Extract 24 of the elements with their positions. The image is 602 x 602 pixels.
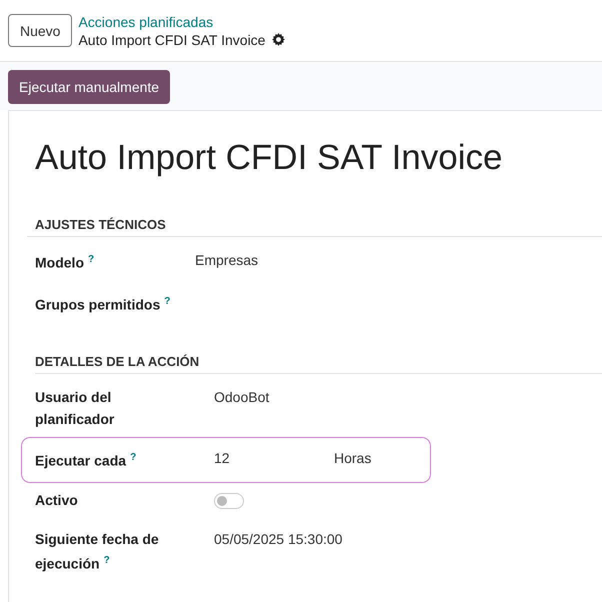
field-label: Grupos permitidos $^{?}$ xyxy=(35,294,170,314)
breadcrumb-link[interactable]: Acciones planificadas xyxy=(78,12,286,30)
field-value: 05/05/2025 15:30:00 xyxy=(214,530,342,549)
help-icon[interactable]: ? xyxy=(88,254,94,265)
field-label: Siguiente fecha de ejecución $^{?}$ xyxy=(35,530,160,574)
record-title: Auto Import CFDI SAT Invoice xyxy=(35,137,504,179)
field-label: Activo xyxy=(35,490,78,510)
section-heading: DETALLES DE LA ACCIÓN xyxy=(35,354,602,374)
run-manually-button[interactable]: Ejecutar manualmente xyxy=(8,70,170,104)
toggle-switch[interactable] xyxy=(214,492,244,509)
interval-unit: Horas xyxy=(334,449,372,468)
section-heading: AJUSTES TÉCNICOS xyxy=(27,217,602,237)
help-icon[interactable]: ? xyxy=(104,554,110,566)
record-breadcrumb: Auto Import CFDI SAT Invoice xyxy=(78,30,266,48)
help-icon[interactable]: ? xyxy=(164,296,170,307)
field-value: Empresas xyxy=(195,251,258,270)
field-label: Ejecutar cada $^{?}$ xyxy=(35,451,136,471)
field-label: Usuario del planificador xyxy=(35,388,116,430)
help-icon[interactable]: ? xyxy=(130,452,136,464)
new-button[interactable]: Nuevo xyxy=(8,14,72,47)
settings-icon[interactable] xyxy=(272,33,286,46)
field-value: OdooBot xyxy=(214,388,270,408)
field-label: Modelo $^{?}$ xyxy=(35,253,94,273)
interval-number: 12 xyxy=(214,449,231,468)
